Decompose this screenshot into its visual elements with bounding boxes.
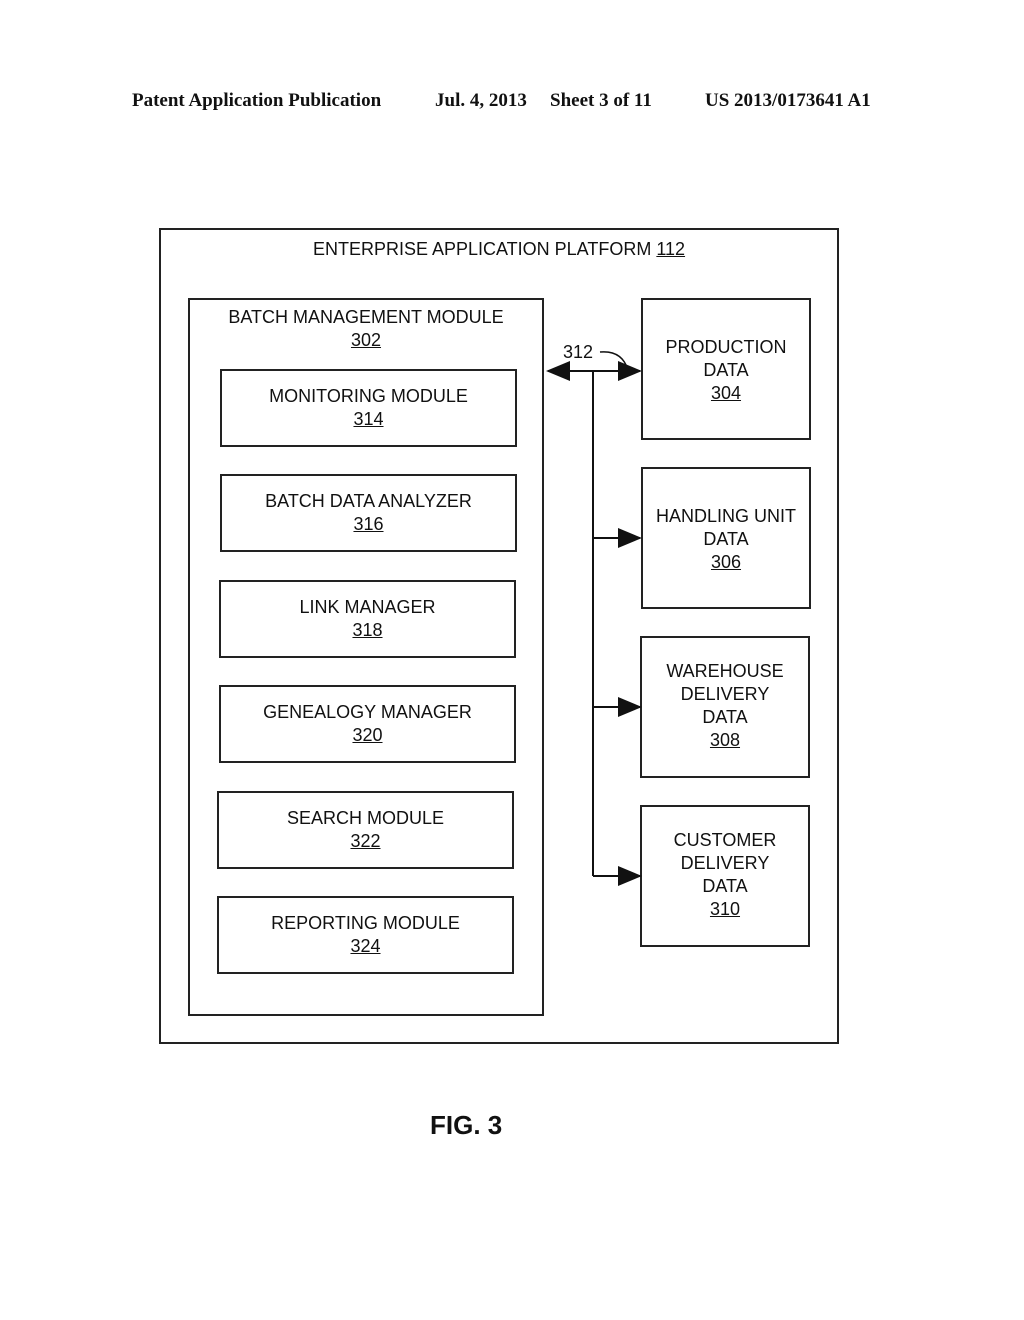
figure-label: FIG. 3 [430,1110,503,1140]
connector-lines: 312 [546,342,642,886]
ref-312-leader [599,351,629,371]
connector-ref: 312 [563,342,593,362]
